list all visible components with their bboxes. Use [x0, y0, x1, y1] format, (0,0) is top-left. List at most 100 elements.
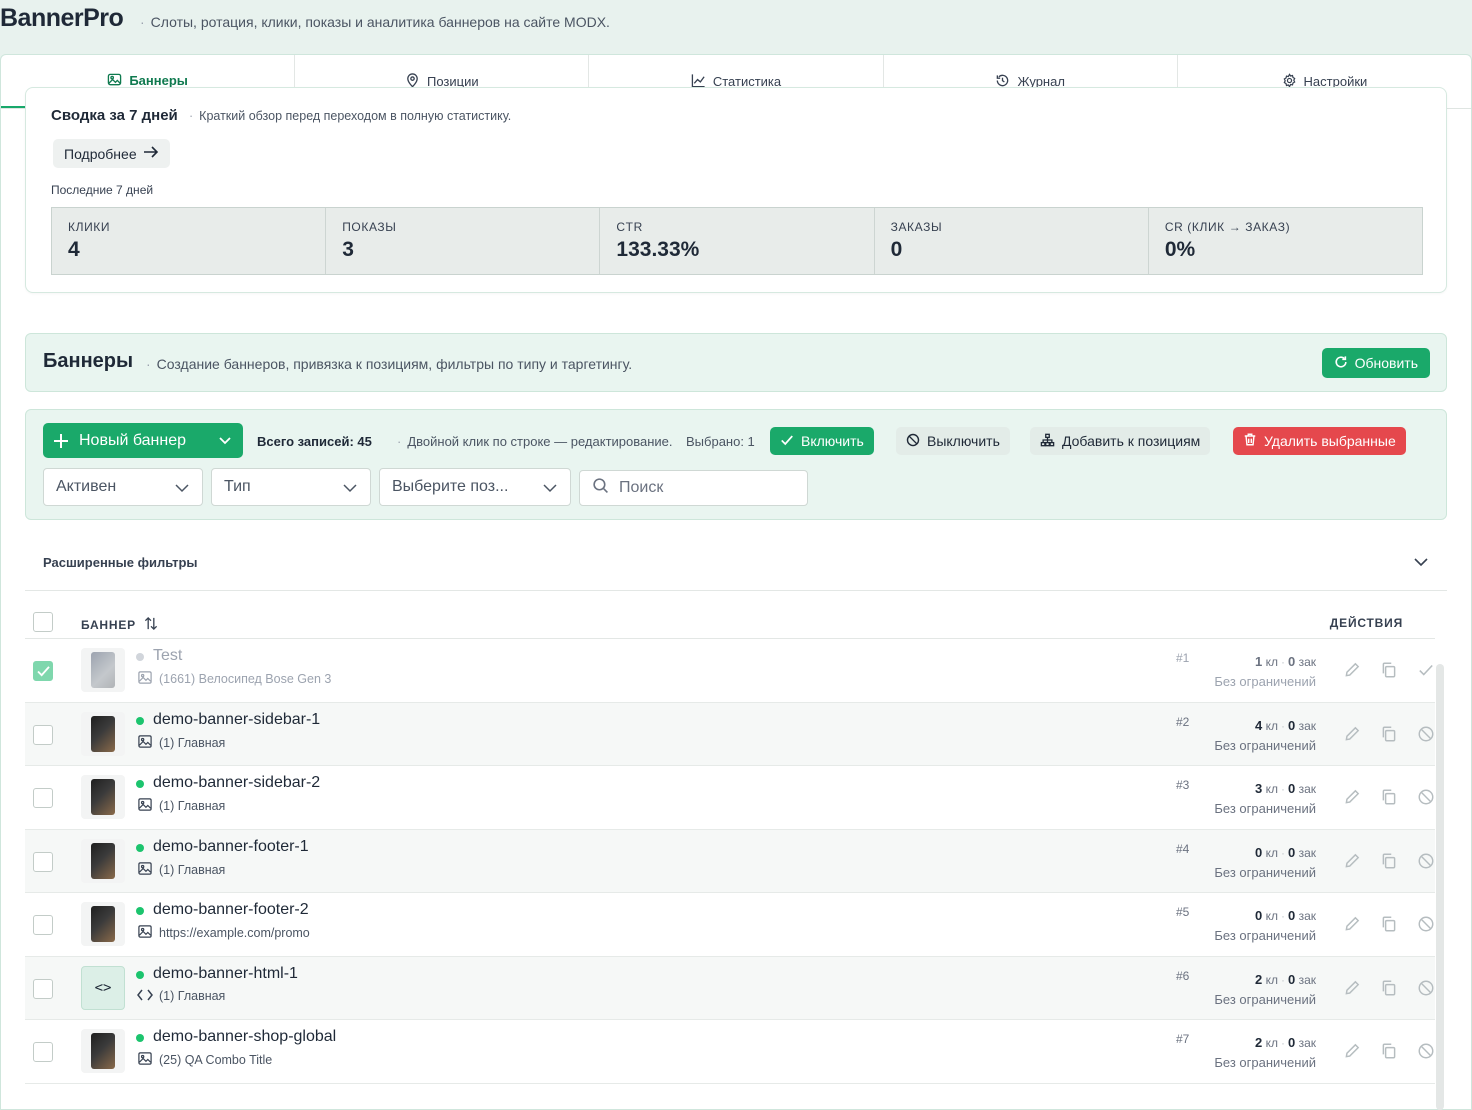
edit-icon[interactable]: [1343, 661, 1361, 679]
status-dot: [136, 1034, 144, 1042]
table-row[interactable]: demo-banner-sidebar-1 (1) Главная #2 4 к…: [25, 702, 1435, 766]
banner-id: #3: [1176, 778, 1190, 792]
banner-name: demo-banner-html-1: [153, 964, 298, 982]
row-checkbox[interactable]: [33, 661, 53, 681]
ban-icon[interactable]: [1417, 788, 1435, 806]
banner-name: demo-banner-shop-global: [153, 1028, 337, 1045]
more-button[interactable]: Подробнее: [53, 139, 170, 168]
copy-icon[interactable]: [1380, 852, 1398, 870]
chevron-down-icon[interactable]: [217, 432, 233, 453]
edit-icon[interactable]: [1343, 788, 1361, 806]
filter-active-select[interactable]: Активен: [43, 468, 203, 506]
banner-name: demo-banner-sidebar-2: [153, 774, 321, 791]
advanced-filters-toggle[interactable]: Расширенные фильтры: [25, 537, 1447, 591]
banners-section-header: Баннеры · Создание баннеров, привязка к п…: [25, 333, 1447, 392]
brand-subtitle: · Слоты, ротация, клики, показы и аналити…: [140, 14, 610, 30]
copy-icon[interactable]: [1380, 725, 1398, 743]
metric-orders: ЗАКАЗЫ 0: [875, 208, 1149, 274]
chevron-down-icon: [342, 481, 358, 500]
trash-icon: [1243, 432, 1257, 450]
banner-source: https://example.com/promo: [137, 924, 310, 942]
row-checkbox[interactable]: [33, 915, 53, 935]
delete-selected-button[interactable]: Удалить выбранные: [1233, 427, 1406, 455]
ban-icon[interactable]: [1417, 725, 1435, 743]
banner-thumbnail: [81, 1029, 125, 1073]
copy-icon[interactable]: [1380, 979, 1398, 997]
edit-icon[interactable]: [1343, 852, 1361, 870]
ban-icon[interactable]: [1417, 1042, 1435, 1060]
banner-thumbnail: [81, 648, 125, 692]
metric-impressions: ПОКАЗЫ 3: [326, 208, 601, 274]
edit-icon[interactable]: [1343, 979, 1361, 997]
ban-icon[interactable]: [1417, 852, 1435, 870]
code-icon: <>: [81, 965, 125, 1010]
banner-thumbnail: [81, 838, 125, 883]
row-checkbox[interactable]: [33, 1042, 53, 1062]
advanced-filters-label: Расширенные фильтры: [43, 555, 198, 570]
banner-stats: 0 кл · 0 зак Без ограничений: [1214, 844, 1316, 880]
filter-position-select[interactable]: Выберите поз...: [379, 468, 571, 506]
banner-name: demo-banner-footer-2: [153, 901, 309, 918]
column-banner[interactable]: БАННЕР: [81, 616, 158, 634]
banner-id: #7: [1176, 1032, 1190, 1046]
banners-toolbar: Новый баннер Всего записей: 45 · Двойной …: [25, 409, 1447, 520]
table-row[interactable]: demo-banner-footer-1 (1) Главная #4 0 кл…: [25, 829, 1435, 893]
check-icon[interactable]: [1417, 661, 1435, 679]
edit-icon[interactable]: [1343, 1042, 1361, 1060]
disable-button[interactable]: Выключить: [896, 427, 1010, 455]
new-banner-button[interactable]: Новый баннер: [43, 423, 243, 458]
metric-clicks: КЛИКИ 4: [52, 208, 327, 274]
refresh-button[interactable]: Обновить: [1321, 348, 1430, 378]
table-row[interactable]: demo-banner-sidebar-2 (1) Главная #3 3 к…: [25, 766, 1435, 830]
ban-icon[interactable]: [1417, 979, 1435, 997]
table-row[interactable]: <> demo-banner-html-1 (1) Главная #6 2 к…: [25, 956, 1435, 1020]
banner-thumbnail: [81, 902, 125, 946]
table-row[interactable]: demo-banner-footer-2 https://example.com…: [25, 893, 1435, 957]
brand-logo: BannerPro: [0, 4, 124, 32]
chevron-down-icon: [1413, 555, 1429, 574]
edit-icon[interactable]: [1343, 915, 1361, 933]
refresh-icon: [1334, 355, 1348, 372]
add-to-positions-button[interactable]: Добавить к позициям: [1030, 427, 1211, 455]
summary-title: Сводка за 7 дней: [51, 107, 178, 124]
banner-id: #2: [1176, 714, 1190, 729]
table-row[interactable]: Test (1661) Велосипед Bose Gen 3 #1 1 кл…: [25, 639, 1435, 703]
banner-id: #1: [1176, 651, 1190, 665]
row-checkbox[interactable]: [33, 851, 53, 872]
row-checkbox[interactable]: [33, 724, 53, 745]
section-title: Баннеры: [43, 350, 134, 372]
copy-icon[interactable]: [1380, 1042, 1398, 1060]
table-row[interactable]: demo-banner-shop-global (25) QA Combo Ti…: [25, 1020, 1435, 1084]
filter-type-select[interactable]: Тип: [211, 468, 371, 506]
table-scrollbar[interactable]: [1436, 664, 1444, 1110]
banner-source: (1) Главная: [137, 861, 225, 879]
banner-stats: 2 кл · 0 зак Без ограничений: [1214, 1035, 1316, 1070]
column-actions: ДЕЙСТВИЯ: [1329, 616, 1403, 630]
arrow-right-icon: [143, 145, 159, 162]
select-all-checkbox[interactable]: [33, 612, 53, 632]
enable-button[interactable]: Включить: [770, 427, 874, 455]
code-icon: [137, 988, 153, 1005]
banner-id: #5: [1176, 905, 1190, 919]
banner-thumbnail: [81, 775, 125, 819]
image-icon: [137, 861, 153, 879]
copy-icon[interactable]: [1380, 661, 1398, 679]
status-dot: [136, 907, 144, 915]
copy-icon[interactable]: [1380, 788, 1398, 806]
edit-hint: · Двойной клик по строке — редактирование…: [397, 434, 673, 449]
search-input[interactable]: Поиск: [579, 470, 808, 506]
table-header: БАННЕР ДЕЙСТВИЯ: [25, 604, 1435, 639]
banner-stats: 3 кл · 0 зак Без ограничений: [1214, 781, 1316, 816]
ban-icon[interactable]: [1417, 915, 1435, 933]
plus-icon: [43, 433, 79, 449]
copy-icon[interactable]: [1380, 915, 1398, 933]
edit-icon[interactable]: [1343, 725, 1361, 743]
row-checkbox[interactable]: [33, 978, 53, 999]
metric-ctr: CTR 133.33%: [600, 208, 875, 274]
banner-stats: 4 кл · 0 зак Без ограничений: [1214, 717, 1316, 753]
status-dot: [136, 780, 144, 788]
row-checkbox[interactable]: [33, 788, 53, 808]
sort-icon[interactable]: [144, 616, 158, 634]
banner-stats: 2 кл · 0 зак Без ограничений: [1214, 971, 1316, 1007]
image-icon: [137, 670, 153, 688]
